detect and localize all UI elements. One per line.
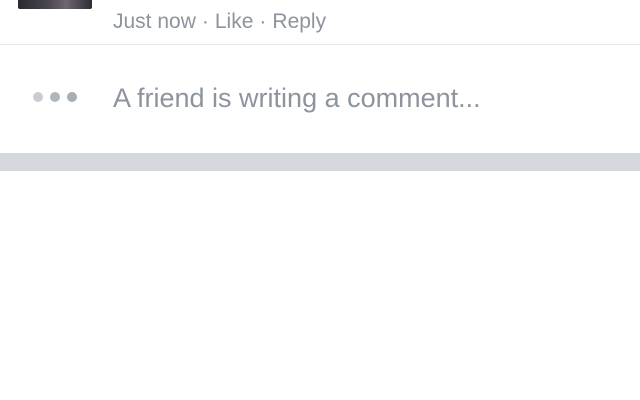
empty-content-area xyxy=(0,171,640,400)
reply-link[interactable]: Reply xyxy=(272,10,326,33)
typing-dot xyxy=(67,92,77,102)
meta-separator: · xyxy=(201,10,209,33)
comment-meta-row: Just now · Like · Reply xyxy=(113,8,326,36)
like-link[interactable]: Like xyxy=(215,10,254,33)
typing-indicator-row: A friend is writing a comment... xyxy=(0,45,640,152)
comment-timestamp: Just now xyxy=(113,10,196,33)
commenter-avatar[interactable] xyxy=(18,0,92,9)
comments-screen: Just now · Like · Reply A friend is writing … xyxy=(0,0,640,400)
typing-dots-icon xyxy=(33,92,79,104)
typing-dot xyxy=(50,92,60,102)
typing-indicator-text: A friend is writing a comment... xyxy=(113,83,481,113)
meta-separator: · xyxy=(259,10,267,33)
typing-dot xyxy=(33,92,43,102)
section-separator xyxy=(0,153,640,171)
